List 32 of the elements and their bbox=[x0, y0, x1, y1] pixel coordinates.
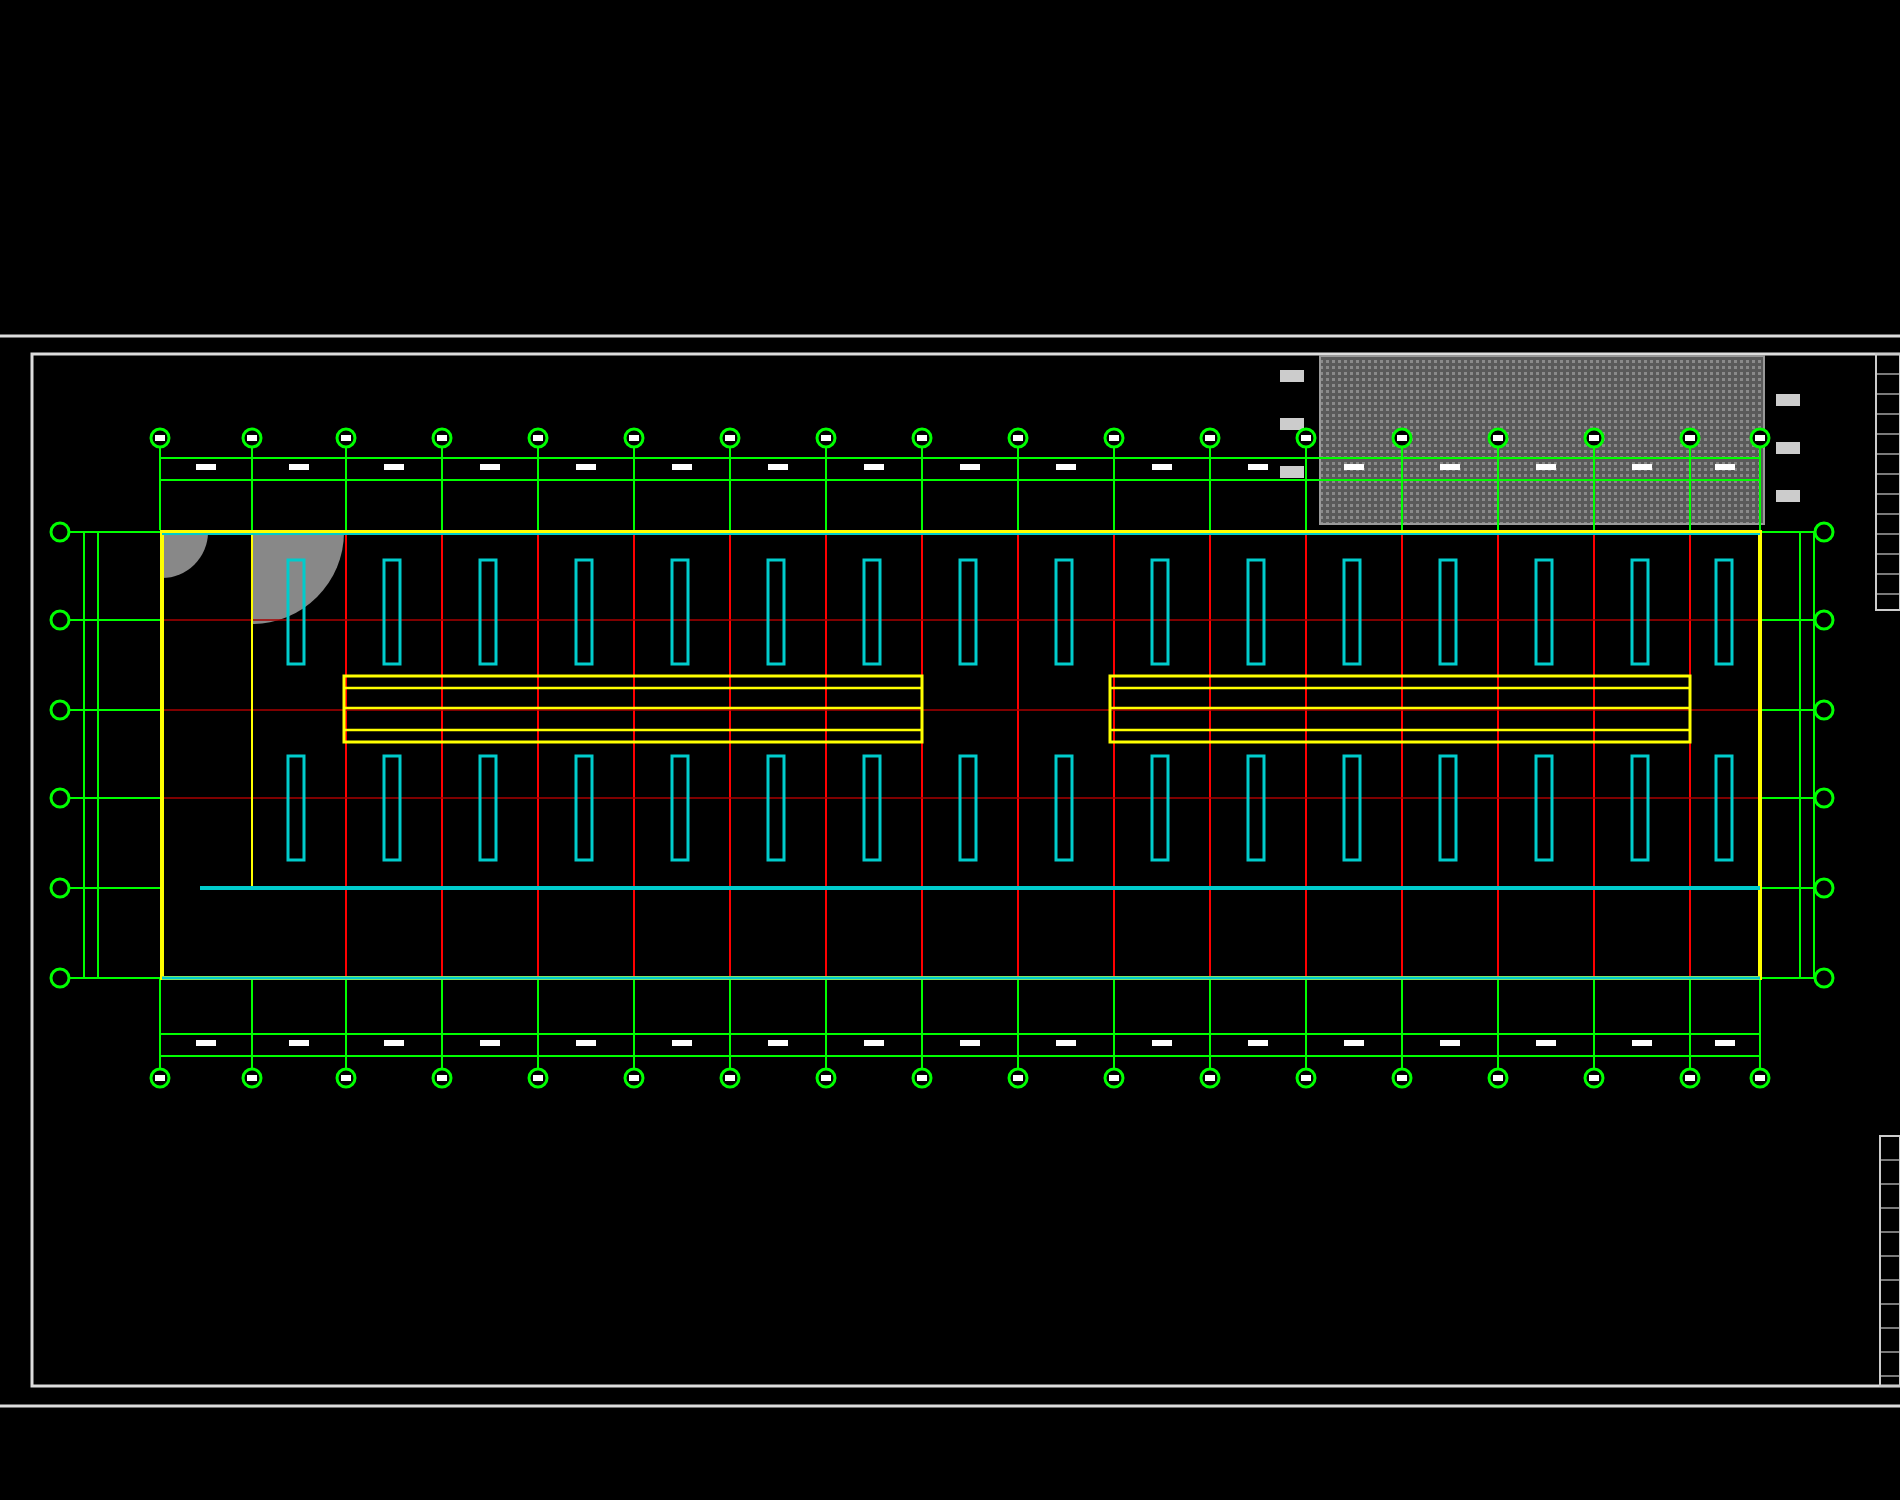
opening-drawing bbox=[382, 558, 402, 666]
opening-drawing bbox=[286, 558, 306, 666]
opening-drawing bbox=[1054, 558, 1074, 666]
opening-drawing bbox=[766, 558, 786, 666]
opening-drawing bbox=[382, 754, 402, 862]
opening-drawing bbox=[1342, 558, 1362, 666]
opening-drawing bbox=[862, 558, 882, 666]
opening-drawing bbox=[1246, 754, 1266, 862]
opening-drawing bbox=[286, 754, 306, 862]
opening-drawing bbox=[1438, 558, 1458, 666]
opening-drawing bbox=[958, 754, 978, 862]
opening-drawing bbox=[766, 754, 786, 862]
opening-drawing bbox=[670, 754, 690, 862]
opening-drawing bbox=[670, 558, 690, 666]
opening-drawing bbox=[1438, 754, 1458, 862]
opening-drawing bbox=[1246, 558, 1266, 666]
opening-drawing bbox=[574, 558, 594, 666]
opening-drawing bbox=[1534, 558, 1554, 666]
opening-drawing bbox=[1150, 558, 1170, 666]
opening-drawing bbox=[1630, 754, 1650, 862]
opening-drawing bbox=[862, 754, 882, 862]
opening-drawing bbox=[1342, 754, 1362, 862]
opening-drawing bbox=[1714, 754, 1734, 862]
opening-drawing bbox=[958, 558, 978, 666]
opening-drawing bbox=[1150, 754, 1170, 862]
opening-drawing bbox=[1714, 558, 1734, 666]
opening-drawing bbox=[1054, 754, 1074, 862]
opening-drawing bbox=[1630, 558, 1650, 666]
opening-drawing bbox=[478, 754, 498, 862]
opening-drawing bbox=[1534, 754, 1554, 862]
opening-drawing bbox=[478, 558, 498, 666]
opening-drawing bbox=[574, 754, 594, 862]
